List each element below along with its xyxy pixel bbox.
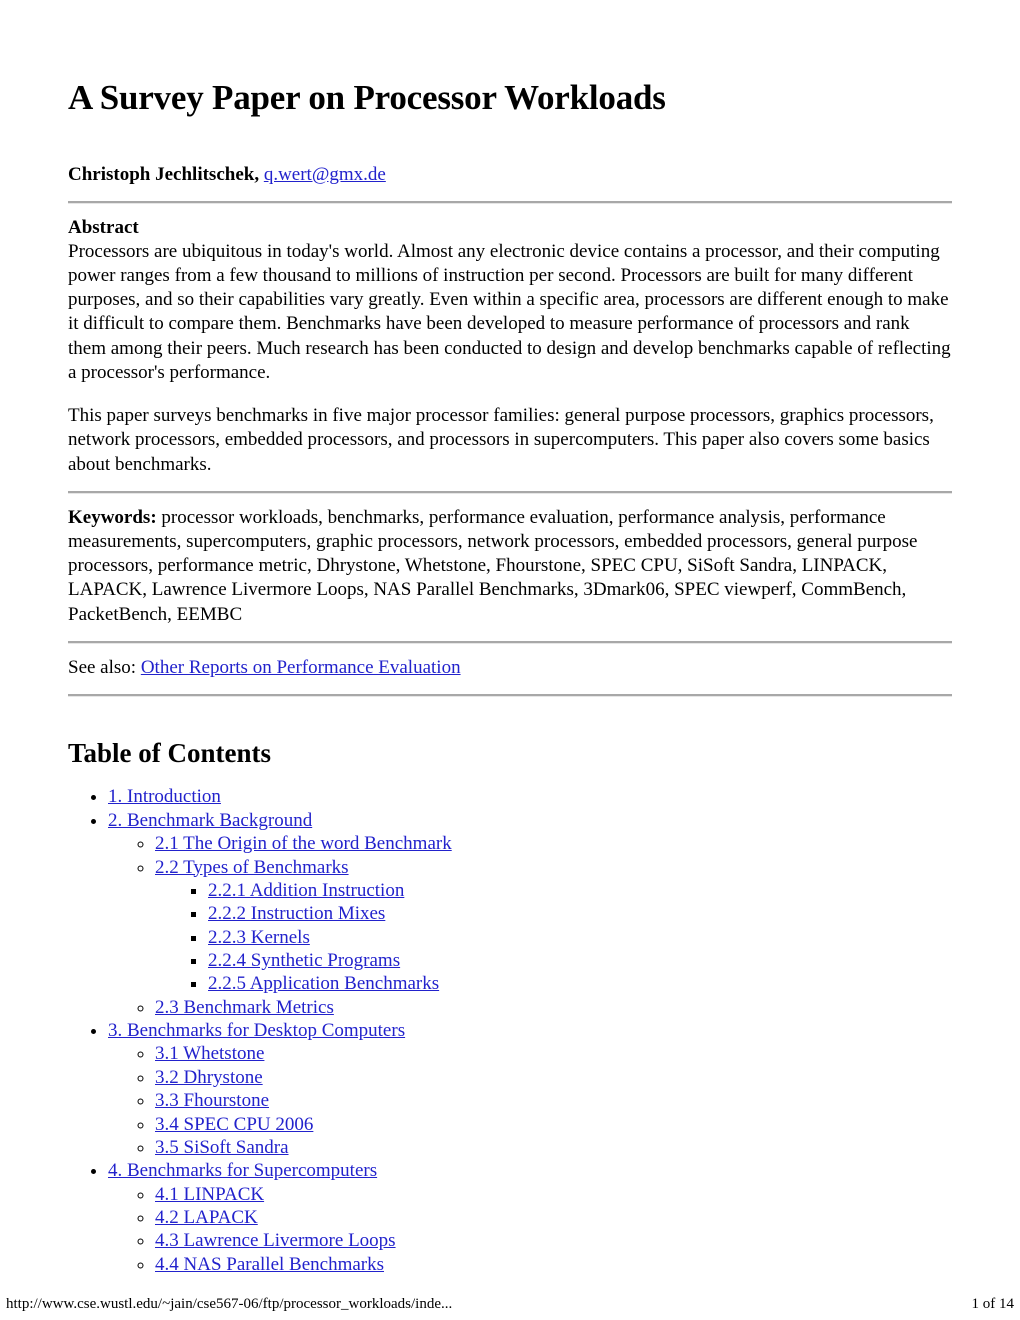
toc-item-2-2-3[interactable]: 2.2.3 Kernels [208, 926, 952, 949]
toc-item-4-2[interactable]: 4.2 LAPACK [155, 1206, 952, 1229]
toc-link[interactable]: 4. Benchmarks for Supercomputers [108, 1160, 377, 1181]
toc-item-2-2-2[interactable]: 2.2.2 Instruction Mixes [208, 902, 952, 925]
toc-link[interactable]: 2.2 Types of Benchmarks [155, 857, 349, 878]
toc-item-3-1[interactable]: 3.1 Whetstone [155, 1042, 952, 1065]
toc-link[interactable]: 2.2.3 Kernels [208, 927, 310, 948]
toc-item-3-5[interactable]: 3.5 SiSoft Sandra [155, 1136, 952, 1159]
toc-link[interactable]: 2.3 Benchmark Metrics [155, 997, 334, 1018]
toc-sublist-2-2: 2.2.1 Addition Instruction 2.2.2 Instruc… [155, 879, 952, 996]
toc-link[interactable]: 3.1 Whetstone [155, 1043, 264, 1064]
toc-item-4-3[interactable]: 4.3 Lawrence Livermore Loops [155, 1229, 952, 1252]
toc-link[interactable]: 2.2.1 Addition Instruction [208, 880, 404, 901]
page-title: A Survey Paper on Processor Workloads [68, 78, 666, 117]
toc-link[interactable]: 2.2.2 Instruction Mixes [208, 903, 385, 924]
keywords-label: Keywords: [68, 506, 157, 528]
toc-item-2-2[interactable]: 2.2 Types of Benchmarks 2.2.1 Addition I… [155, 856, 952, 996]
toc-link[interactable]: 2. Benchmark Background [108, 810, 312, 831]
toc-link[interactable]: 3.4 SPEC CPU 2006 [155, 1114, 313, 1135]
page-content: A Survey Paper on Processor Workloads Ch… [68, 78, 952, 1276]
document-page: A Survey Paper on Processor Workloads Ch… [0, 0, 1020, 1320]
toc-link[interactable]: 2.2.4 Synthetic Programs [208, 950, 400, 971]
toc-item-3-2[interactable]: 3.2 Dhrystone [155, 1066, 952, 1089]
footer-url: http://www.cse.wustl.edu/~jain/cse567-06… [6, 1296, 453, 1312]
keywords-block: Keywords: processor workloads, benchmark… [68, 506, 952, 627]
toc-link[interactable]: 4.3 Lawrence Livermore Loops [155, 1230, 396, 1251]
toc-item-3-4[interactable]: 3.4 SPEC CPU 2006 [155, 1113, 952, 1136]
toc-item-3-3[interactable]: 3.3 Fhourstone [155, 1089, 952, 1112]
toc-item-1-introduction[interactable]: 1. Introduction [108, 785, 952, 808]
toc-item-2-2-4[interactable]: 2.2.4 Synthetic Programs [208, 949, 952, 972]
toc-link[interactable]: 3. Benchmarks for Desktop Computers [108, 1020, 405, 1041]
toc-item-4-4[interactable]: 4.4 NAS Parallel Benchmarks [155, 1253, 952, 1276]
toc-link[interactable]: 2.1 The Origin of the word Benchmark [155, 833, 452, 854]
toc-title: Table of Contents [68, 738, 272, 769]
see-also-line: See also: Other Reports on Performance E… [68, 656, 952, 680]
toc-link[interactable]: 4.4 NAS Parallel Benchmarks [155, 1254, 384, 1275]
abstract-paragraph-1: Processors are ubiquitous in today's wor… [68, 240, 951, 383]
author-email-link[interactable]: q.wert@gmx.de [264, 164, 386, 185]
toc-list: 1. Introduction 2. Benchmark Background … [68, 785, 952, 1276]
toc-item-2-1[interactable]: 2.1 The Origin of the word Benchmark [155, 832, 952, 855]
toc-link[interactable]: 4.2 LAPACK [155, 1207, 258, 1228]
toc-item-4-benchmarks-supercomputers[interactable]: 4. Benchmarks for Supercomputers 4.1 LIN… [108, 1159, 952, 1276]
see-also-link[interactable]: Other Reports on Performance Evaluation [141, 657, 461, 678]
divider-below-see-also [68, 694, 952, 698]
toc-item-2-benchmark-background[interactable]: 2. Benchmark Background 2.1 The Origin o… [108, 809, 952, 1019]
toc-sublist-3: 3.1 Whetstone 3.2 Dhrystone 3.3 Fhoursto… [108, 1042, 952, 1159]
toc-item-2-2-1[interactable]: 2.2.1 Addition Instruction [208, 879, 952, 902]
toc-item-3-benchmarks-desktop[interactable]: 3. Benchmarks for Desktop Computers 3.1 … [108, 1019, 952, 1159]
author-line: Christoph Jechlitschek, q.wert@gmx.de [68, 164, 952, 187]
divider-above-see-also [68, 640, 952, 644]
toc-sublist-4: 4.1 LINPACK 4.2 LAPACK 4.3 Lawrence Live… [108, 1183, 952, 1276]
author-name: Christoph Jechlitschek, [68, 164, 260, 186]
footer-page-number: 1 of 14 [971, 1296, 1015, 1312]
toc-link[interactable]: 3.2 Dhrystone [155, 1067, 263, 1088]
toc-item-2-2-5[interactable]: 2.2.5 Application Benchmarks [208, 972, 952, 995]
see-also-label: See also: [68, 656, 141, 678]
divider-above-abstract [68, 201, 952, 205]
abstract-paragraph-2: This paper surveys benchmarks in five ma… [68, 405, 934, 475]
toc-link[interactable]: 3.5 SiSoft Sandra [155, 1137, 289, 1158]
toc-sublist-2: 2.1 The Origin of the word Benchmark 2.2… [108, 832, 952, 1019]
toc-link[interactable]: 4.1 LINPACK [155, 1184, 264, 1205]
toc-item-4-1[interactable]: 4.1 LINPACK [155, 1183, 952, 1206]
abstract-label: Abstract [68, 217, 139, 239]
toc-link[interactable]: 3.3 Fhourstone [155, 1090, 269, 1111]
toc-item-2-3[interactable]: 2.3 Benchmark Metrics [155, 996, 952, 1019]
toc-link[interactable]: 1. Introduction [108, 786, 221, 807]
divider-above-keywords [68, 490, 952, 494]
keywords-text: processor workloads, benchmarks, perform… [68, 506, 918, 625]
toc-link[interactable]: 2.2.5 Application Benchmarks [208, 973, 439, 994]
